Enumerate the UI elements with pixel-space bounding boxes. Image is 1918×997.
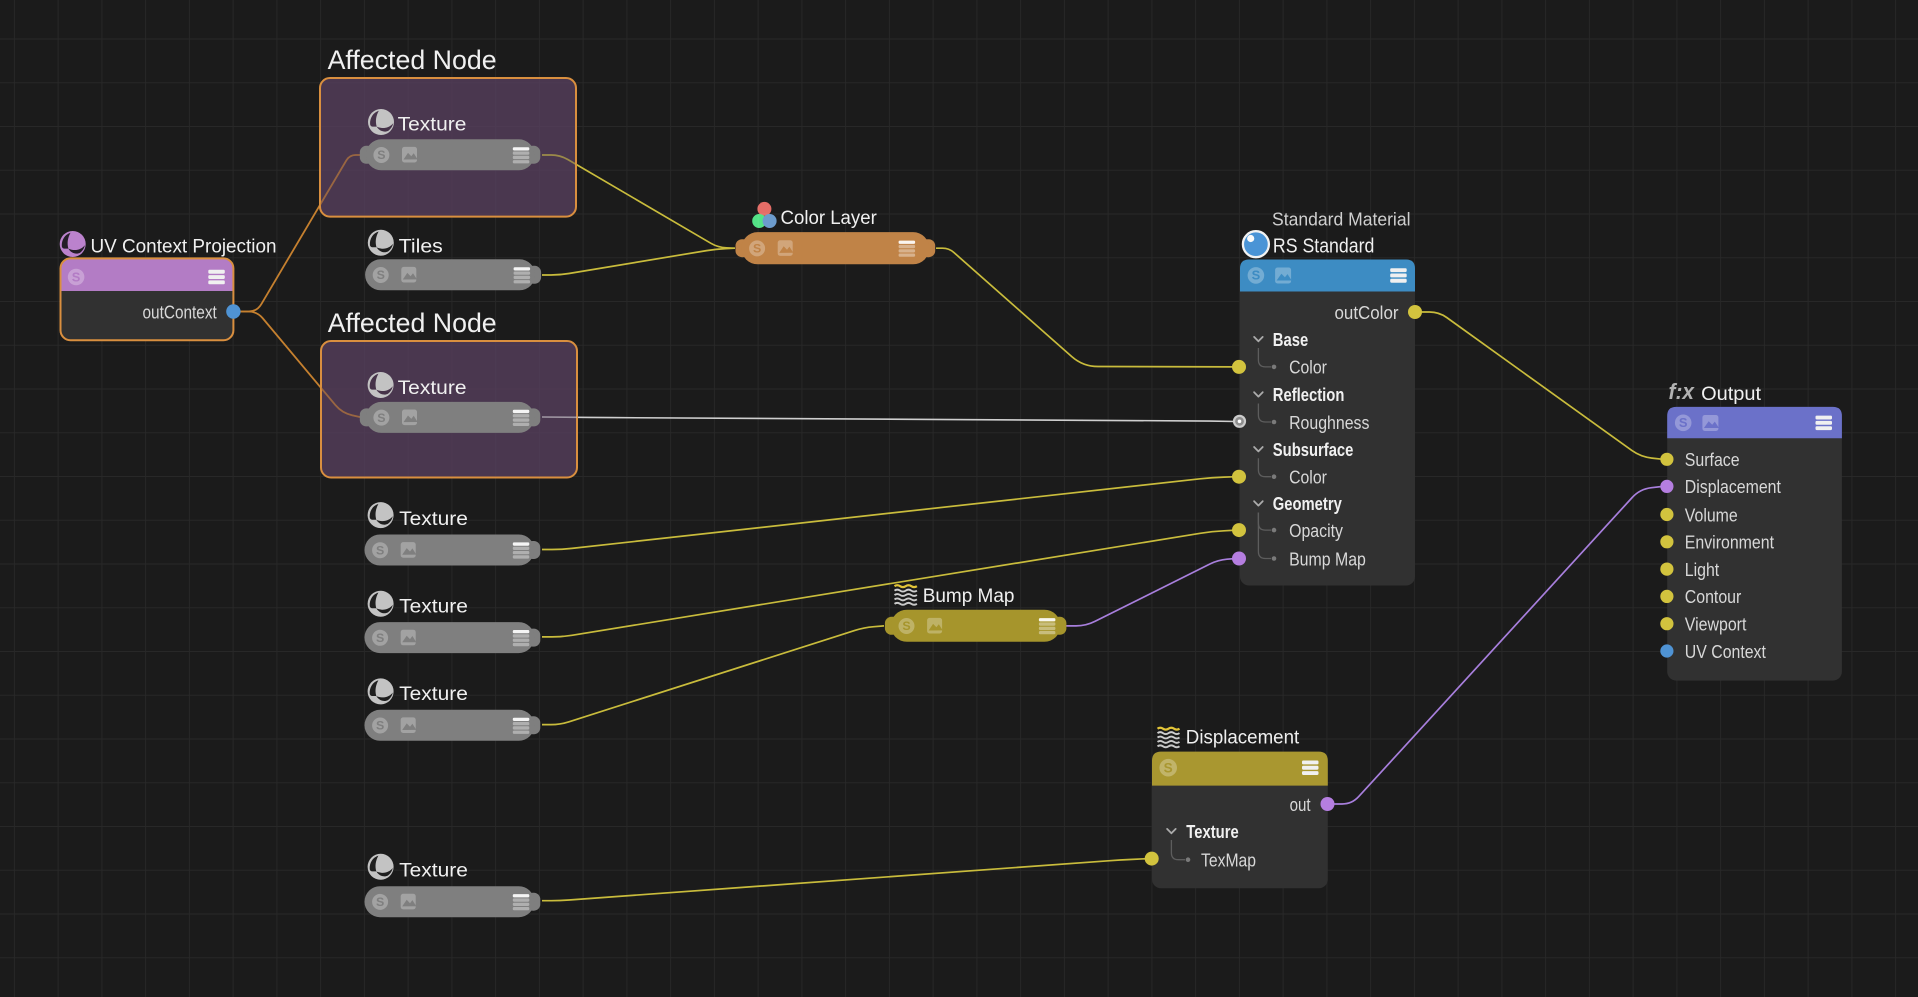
svg-text:S: S [376,719,384,733]
svg-text:S: S [1252,268,1261,283]
svg-text:S: S [377,268,385,282]
svg-text:UV Context: UV Context [1685,642,1766,662]
svg-text:S: S [377,411,385,425]
svg-text:Subsurface: Subsurface [1273,439,1354,460]
svg-text:Bump Map: Bump Map [923,586,1015,607]
svg-text:Reflection: Reflection [1273,384,1345,405]
svg-text:outContext: outContext [143,302,217,322]
svg-text:Texture: Texture [399,509,468,530]
svg-text:Geometry: Geometry [1273,493,1343,514]
svg-text:RS Standard: RS Standard [1273,234,1375,257]
svg-text:S: S [377,148,385,162]
svg-text:Texture: Texture [399,861,468,882]
svg-text:Affected Node: Affected Node [328,45,497,75]
svg-text:Bump Map: Bump Map [1289,549,1366,569]
svg-text:Output: Output [1701,383,1762,405]
svg-text:Surface: Surface [1685,450,1740,470]
svg-text:Color Layer: Color Layer [781,208,878,229]
svg-text:Texture: Texture [398,114,467,135]
svg-text:S: S [1679,415,1688,430]
svg-text:TexMap: TexMap [1201,851,1256,871]
svg-text:Environment: Environment [1685,533,1774,553]
svg-text:outColor: outColor [1335,303,1399,323]
svg-text:S: S [1164,760,1173,775]
svg-text:S: S [376,631,384,645]
svg-text:Color: Color [1289,468,1327,488]
svg-text:S: S [376,895,384,909]
svg-text:Texture: Texture [398,378,467,399]
svg-text:Displacement: Displacement [1685,477,1781,497]
svg-text:Roughness: Roughness [1289,413,1369,433]
svg-text:Texture: Texture [399,596,468,617]
svg-text:Tiles: Tiles [399,237,443,258]
svg-text:S: S [753,242,761,256]
svg-text:Color: Color [1289,358,1327,378]
svg-text:out: out [1290,795,1311,815]
svg-text:Volume: Volume [1685,505,1738,525]
svg-text:S: S [902,619,910,633]
svg-text:S: S [72,269,81,284]
svg-text:Light: Light [1685,560,1719,580]
svg-text:Standard Material: Standard Material [1272,208,1411,229]
svg-text:Displacement: Displacement [1186,727,1300,748]
svg-text:Opacity: Opacity [1289,521,1344,541]
svg-text:Affected Node: Affected Node [328,308,497,338]
svg-text:f:x: f:x [1669,379,1696,404]
svg-text:Texture: Texture [399,684,468,705]
svg-text:UV Context Projection: UV Context Projection [91,236,277,257]
svg-text:Viewport: Viewport [1685,615,1747,635]
svg-text:S: S [376,543,384,557]
svg-text:Base: Base [1273,329,1308,350]
svg-text:Contour: Contour [1685,587,1742,607]
svg-text:Texture: Texture [1186,821,1238,842]
